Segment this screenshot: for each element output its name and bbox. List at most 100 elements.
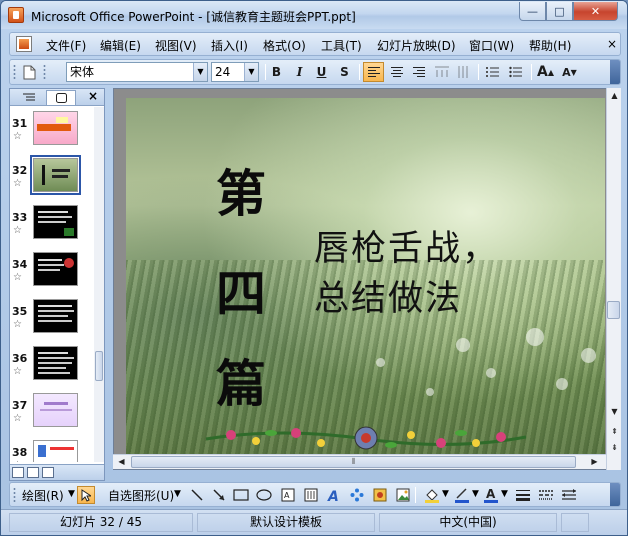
powerpoint-app-icon[interactable]: [8, 7, 24, 23]
slide-sorter-view-icon[interactable]: [27, 467, 39, 478]
slide-thumbnail-31[interactable]: 31 ☆: [10, 107, 96, 154]
pane-scrollbar[interactable]: [94, 107, 104, 462]
scroll-left-icon[interactable]: ◀: [116, 456, 127, 467]
slide-position-status: 幻灯片 32 / 45: [9, 513, 193, 532]
bokeh-light: [556, 378, 568, 390]
next-slide-icon[interactable]: ⇟: [609, 440, 620, 454]
font-name-combo[interactable]: 宋体 ▼: [66, 62, 208, 82]
previous-slide-icon[interactable]: ⇞: [609, 424, 620, 438]
line-color-icon[interactable]: [453, 486, 471, 504]
menu-window[interactable]: 窗口(W): [469, 37, 514, 54]
arrow-tool-icon[interactable]: [210, 486, 228, 504]
toolbar-grip[interactable]: [13, 64, 16, 80]
italic-button[interactable]: I: [289, 62, 310, 82]
align-left-icon[interactable]: [363, 62, 384, 82]
chevron-down-icon[interactable]: ▼: [244, 63, 258, 81]
fill-color-icon[interactable]: [423, 486, 441, 504]
slide-thumbnail-34[interactable]: 34 ☆: [10, 248, 96, 295]
menu-view[interactable]: 视图(V): [155, 37, 197, 54]
toolbar-grip[interactable]: [43, 64, 46, 80]
slide-title-char[interactable]: 篇: [216, 344, 266, 416]
slide-preview: [33, 393, 78, 427]
font-size-value: 24: [215, 65, 231, 79]
align-center-icon[interactable]: [386, 62, 407, 82]
menu-file[interactable]: 文件(F): [46, 37, 86, 54]
chevron-down-icon[interactable]: ▼: [68, 489, 75, 499]
current-slide[interactable]: 第 四 篇 唇枪舌战， 总结做法: [126, 98, 605, 457]
slide-thumbnail-38[interactable]: 38 ☆: [10, 436, 96, 462]
menu-format[interactable]: 格式(O): [263, 37, 306, 54]
pane-close-button[interactable]: ×: [88, 89, 98, 103]
slide-subtitle-line2[interactable]: 总结做法: [314, 270, 462, 321]
new-document-icon[interactable]: [19, 62, 40, 82]
align-right-icon[interactable]: [408, 62, 429, 82]
rectangle-tool-icon[interactable]: [232, 486, 250, 504]
line-style-icon[interactable]: [514, 486, 532, 504]
wordart-icon[interactable]: A: [325, 486, 343, 504]
slide-subtitle-line1[interactable]: 唇枪舌战，: [314, 220, 499, 271]
slide-thumbnail-36[interactable]: 36 ☆: [10, 342, 96, 389]
scroll-up-icon[interactable]: ▲: [609, 90, 620, 101]
arrow-style-icon[interactable]: [560, 486, 578, 504]
menu-tools[interactable]: 工具(T): [321, 37, 362, 54]
text-shadow-button[interactable]: S: [334, 62, 355, 82]
chevron-down-icon[interactable]: ▼: [174, 489, 181, 499]
bold-button[interactable]: B: [266, 62, 287, 82]
toolbar-options-chevron[interactable]: [610, 483, 620, 506]
slideshow-view-icon[interactable]: [42, 467, 54, 478]
grow-font-button[interactable]: A ▲: [535, 62, 556, 82]
chevron-down-icon[interactable]: ▼: [442, 489, 449, 499]
numbering-icon[interactable]: [482, 62, 503, 82]
svg-text:A: A: [327, 489, 339, 502]
diagram-icon[interactable]: [348, 486, 366, 504]
draw-menu-button[interactable]: 绘图(R): [22, 487, 64, 504]
scroll-right-icon[interactable]: ▶: [589, 456, 600, 467]
autoshapes-menu-button[interactable]: 自选图形(U): [108, 487, 174, 504]
line-tool-icon[interactable]: [188, 486, 206, 504]
textbox-tool-icon[interactable]: A: [279, 486, 297, 504]
chevron-down-icon[interactable]: ▼: [472, 489, 479, 499]
menu-help[interactable]: 帮助(H): [529, 37, 571, 54]
underline-button[interactable]: U: [311, 62, 332, 82]
vertical-textbox-icon[interactable]: [302, 486, 320, 504]
tab-slides[interactable]: [46, 90, 76, 105]
slide-thumbnail-32[interactable]: 32 ☆: [10, 154, 96, 201]
slide-title-char[interactable]: 四: [216, 254, 266, 326]
font-color-icon[interactable]: A: [482, 486, 500, 504]
menu-edit[interactable]: 编辑(E): [100, 37, 141, 54]
document-icon[interactable]: [16, 36, 32, 52]
chevron-down-icon[interactable]: ▼: [501, 489, 508, 499]
toolbar-grip[interactable]: [13, 487, 16, 503]
slide-thumbnail-33[interactable]: 33 ☆: [10, 201, 96, 248]
close-button[interactable]: ✕: [573, 2, 618, 21]
close-document-button[interactable]: ×: [607, 37, 617, 51]
oval-tool-icon[interactable]: [255, 486, 273, 504]
dash-style-icon[interactable]: [537, 486, 555, 504]
minimize-button[interactable]: —: [519, 2, 546, 21]
font-size-combo[interactable]: 24 ▼: [211, 62, 259, 82]
slide-title-char[interactable]: 第: [216, 154, 266, 226]
pane-scrollbar-thumb[interactable]: [95, 351, 103, 381]
text-direction-icon[interactable]: [453, 62, 474, 82]
clipart-icon[interactable]: [371, 486, 389, 504]
bullets-icon[interactable]: [505, 62, 526, 82]
slide-vertical-scrollbar-thumb[interactable]: [607, 301, 620, 319]
shrink-font-button[interactable]: A ▼: [559, 62, 580, 82]
bokeh-light: [486, 368, 496, 378]
tab-outline[interactable]: [14, 90, 44, 105]
chevron-down-icon[interactable]: ▼: [193, 63, 207, 81]
toolbar-options-chevron[interactable]: [610, 60, 620, 84]
design-template-status[interactable]: 默认设计模板: [197, 513, 375, 532]
maximize-button[interactable]: □: [546, 2, 573, 21]
menu-slideshow[interactable]: 幻灯片放映(D): [377, 37, 456, 54]
distribute-icon[interactable]: [431, 62, 452, 82]
slide-horizontal-scrollbar-thumb[interactable]: ⦀: [131, 456, 576, 468]
slide-vertical-scrollbar[interactable]: ▲ ▼ ⇞ ⇟: [606, 88, 621, 470]
insert-picture-icon[interactable]: [394, 486, 412, 504]
select-pointer-icon[interactable]: [77, 486, 95, 504]
scroll-down-icon[interactable]: ▼: [609, 406, 620, 417]
slide-thumbnail-35[interactable]: 35 ☆: [10, 295, 96, 342]
slide-thumbnail-37[interactable]: 37 ☆: [10, 389, 96, 436]
normal-view-icon[interactable]: [12, 467, 24, 478]
menu-insert[interactable]: 插入(I): [211, 37, 248, 54]
